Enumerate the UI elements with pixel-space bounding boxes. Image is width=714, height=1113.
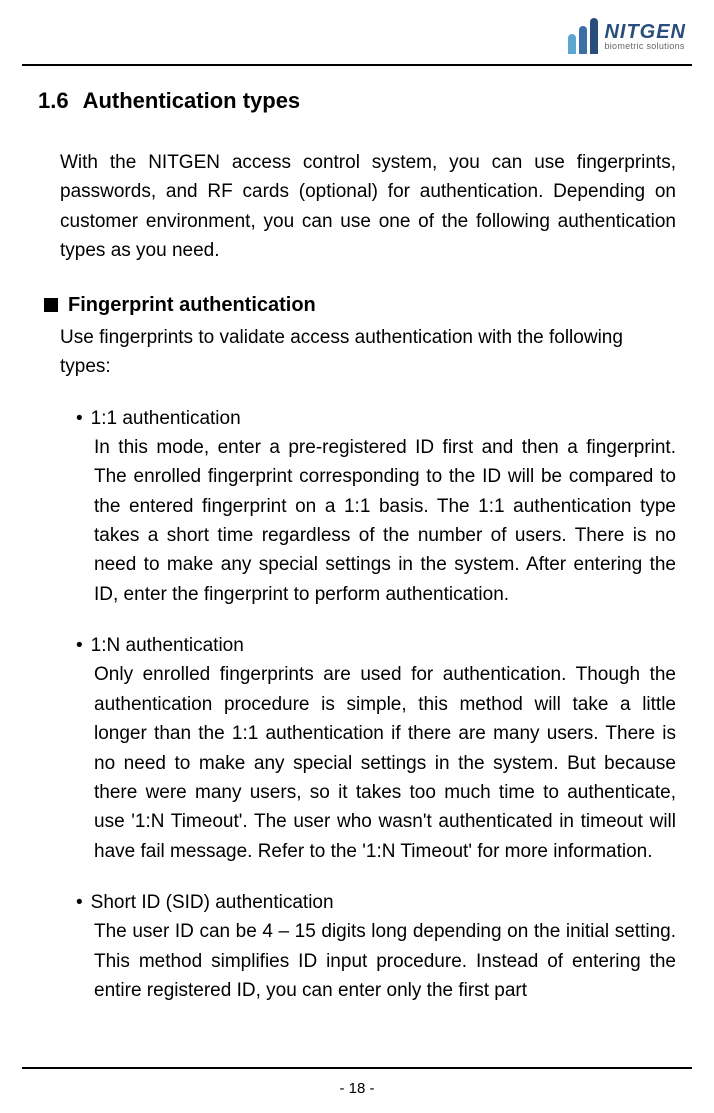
item-title: 1:N authentication <box>91 635 244 657</box>
logo-bars-icon <box>568 18 598 54</box>
page-header: NITGEN biometric solutions <box>0 0 714 64</box>
subsection-intro: Use fingerprints to validate access auth… <box>60 323 676 382</box>
section-heading: 1.6 Authentication types <box>38 88 676 114</box>
list-item: • Short ID (SID) authentication The user… <box>76 892 676 1005</box>
nitgen-logo: NITGEN biometric solutions <box>568 18 686 54</box>
footer-divider <box>22 1067 692 1069</box>
item-body: Only enrolled fingerprints are used for … <box>94 660 676 866</box>
item-title: 1:1 authentication <box>91 408 241 430</box>
logo-text: NITGEN biometric solutions <box>604 22 686 51</box>
logo-brand-name: NITGEN <box>604 22 686 42</box>
page-content: 1.6 Authentication types With the NITGEN… <box>0 66 714 1042</box>
page-number: - 18 - <box>0 1080 714 1097</box>
dot-bullet-icon: • <box>76 409 83 428</box>
dot-bullet-icon: • <box>76 636 83 655</box>
square-bullet-icon <box>44 298 58 312</box>
section-title: Authentication types <box>83 88 301 114</box>
section-intro-paragraph: With the NITGEN access control system, y… <box>60 148 676 266</box>
dot-bullet-icon: • <box>76 893 83 912</box>
item-body: In this mode, enter a pre-registered ID … <box>94 433 676 610</box>
item-title: Short ID (SID) authentication <box>91 892 334 914</box>
subsection-title: Fingerprint authentication <box>68 294 316 317</box>
list-item: • 1:N authentication Only enrolled finge… <box>76 635 676 866</box>
list-item: • 1:1 authentication In this mode, enter… <box>76 408 676 610</box>
logo-tagline: biometric solutions <box>604 42 686 51</box>
section-number: 1.6 <box>38 88 69 114</box>
subsection-heading-row: Fingerprint authentication <box>38 294 676 317</box>
item-body: The user ID can be 4 – 15 digits long de… <box>94 917 676 1005</box>
